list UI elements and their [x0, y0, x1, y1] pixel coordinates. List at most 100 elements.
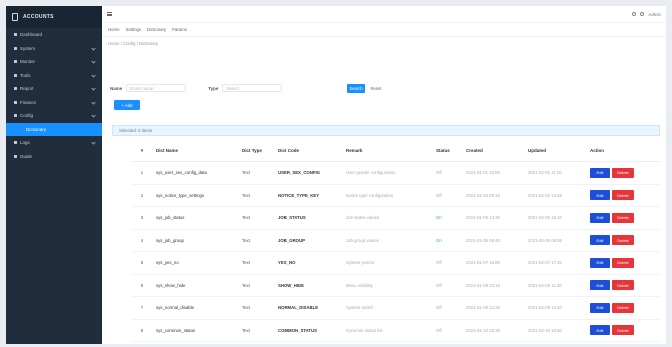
table-cell: Off [436, 192, 442, 198]
sidebar-item-label: Dashboard [20, 32, 43, 38]
table-cell: Off [436, 260, 442, 266]
fullscreen-icon[interactable] [640, 12, 645, 16]
edit-button[interactable]: Edit [590, 325, 610, 336]
search-icon[interactable] [632, 12, 637, 16]
tags-view: Home Settings Dictionary Params [102, 23, 666, 37]
table-cell: JOB_STATUS [278, 215, 306, 221]
tab-2[interactable]: Dictionary [147, 27, 166, 32]
edit-button[interactable]: Edit [590, 235, 610, 246]
column-header: Created [466, 148, 483, 153]
search-button[interactable]: Search [347, 84, 365, 93]
breadcrumb-text: Home / Config / Dictionary [108, 41, 159, 46]
column-header: Dict Type [242, 148, 262, 153]
main-panel: Admin Home Settings Dictionary Params Home … [102, 6, 666, 344]
name-input[interactable]: Enter name [126, 84, 187, 92]
edit-button[interactable]: Edit [590, 190, 610, 201]
sidebar-item-2[interactable]: Monitor [6, 55, 102, 69]
edit-button[interactable]: Edit [590, 167, 610, 178]
table-cell: 2021-01-06 08:40 [466, 237, 500, 243]
table-cell: 2021-02-07 17:20 [528, 260, 562, 266]
sidebar-item-4[interactable]: Report [6, 82, 102, 96]
table-cell: 2021-01-01 10:00 [466, 170, 500, 176]
delete-button[interactable]: Delete [612, 325, 634, 336]
edit-button[interactable]: Edit [590, 257, 610, 268]
chevron-down-icon [91, 99, 96, 105]
reset-button[interactable]: Reset [369, 84, 383, 93]
table-cell: Text [242, 260, 250, 266]
user-menu[interactable]: Admin [648, 12, 661, 17]
table-cell: On [436, 215, 442, 221]
table-cell: 2021-01-07 16:05 [466, 260, 500, 266]
menu-icon [14, 46, 17, 50]
table-cell: 2021-01-03 09:12 [466, 192, 500, 198]
table-row: 2 sys_notice_type_settings Text NOTICE_TYPE… [132, 185, 660, 207]
edit-button[interactable]: Edit [590, 302, 610, 313]
chevron-down-icon [91, 86, 96, 91]
edit-button[interactable]: Edit [590, 280, 610, 291]
sidebar-item-9[interactable]: Guide [6, 150, 102, 164]
filter-bar: Name Enter name Type Select [110, 84, 304, 92]
table-cell: sys_show_hide [156, 282, 186, 288]
breadcrumb: Home / Config / Dictionary [102, 37, 666, 50]
sidebar-item-3[interactable]: Tools [6, 69, 102, 83]
row-actions: Edit Delete [586, 325, 660, 336]
chevron-down-icon [91, 45, 96, 51]
table-cell: sys_normal_disable [156, 305, 194, 311]
table-body: 1 sys_user_sex_config_data Text USER_SEX_CO… [132, 162, 660, 342]
delete-button[interactable]: Delete [612, 235, 634, 246]
table-cell: 2021-02-06 09:55 [528, 237, 562, 243]
sidebar-item-label: Monitor [20, 59, 36, 65]
sidebar-item-8[interactable]: Logs [6, 136, 102, 150]
tab-0[interactable]: Home [108, 27, 119, 32]
sidebar-logo[interactable]: ACCOUNTS [6, 6, 102, 28]
menu-toggle-icon[interactable] [107, 12, 112, 16]
delete-button[interactable]: Delete [612, 257, 634, 268]
menu-icon [14, 87, 17, 91]
table-cell: 6 [140, 282, 144, 288]
sidebar-item-label: System [20, 45, 36, 51]
navbar-right: Admin [632, 12, 661, 17]
table-cell: Text [242, 237, 250, 243]
table-row: 3 sys_job_status Text JOB_STATUS Job status … [132, 207, 660, 230]
delete-button[interactable]: Delete [612, 212, 634, 223]
sidebar-item-1[interactable]: System [6, 42, 102, 56]
delete-button[interactable]: Delete [612, 302, 634, 313]
table-cell: Text [242, 192, 250, 198]
sidebar-item-0[interactable]: Dashboard [6, 28, 102, 42]
edit-button[interactable]: Edit [590, 212, 610, 223]
row-actions: Edit Delete [586, 302, 660, 313]
delete-button[interactable]: Delete [612, 167, 634, 178]
add-button[interactable]: + Add [114, 100, 140, 110]
column-header: Remark [346, 148, 363, 153]
column-header: Action [590, 148, 604, 153]
chevron-down-icon [91, 140, 96, 145]
table-cell: User gender configuration [346, 170, 396, 176]
table-cell: YES_NO [278, 260, 296, 266]
menu-icon [14, 100, 17, 104]
sidebar-item-7[interactable]: Dictionary [6, 122, 102, 136]
table-cell: 1 [140, 170, 144, 176]
sidebar-item-6[interactable]: Config [6, 109, 102, 123]
sidebar-item-label: Finance [20, 99, 37, 105]
table-header: # Dict Name Dict Type Dict Code Remark Status… [132, 140, 660, 162]
table-cell: sys_common_status [156, 327, 196, 333]
sidebar-item-5[interactable]: Finance [6, 96, 102, 110]
table-cell: Text [242, 215, 250, 221]
type-select[interactable]: Select [222, 84, 283, 92]
delete-button[interactable]: Delete [612, 190, 634, 201]
chevron-down-icon [91, 113, 96, 118]
table-cell: Text [242, 327, 250, 333]
table-cell: 2021-01-08 10:15 [466, 282, 500, 288]
tab-1[interactable]: Settings [125, 27, 141, 32]
tab-3[interactable]: Params [172, 27, 187, 32]
table-cell: Text [242, 282, 250, 288]
table-cell: 2021-02-10 16:50 [528, 327, 562, 333]
logo-icon [12, 13, 18, 21]
brand-name: ACCOUNTS [23, 14, 54, 20]
table-cell: 5 [140, 260, 144, 266]
sidebar: ACCOUNTS Dashboard System Monitor Tools Repo… [6, 6, 102, 344]
table-cell: 8 [140, 327, 144, 333]
table-cell: COMMON_STATUS [278, 327, 317, 333]
menu-icon [14, 114, 17, 118]
delete-button[interactable]: Delete [612, 280, 634, 291]
